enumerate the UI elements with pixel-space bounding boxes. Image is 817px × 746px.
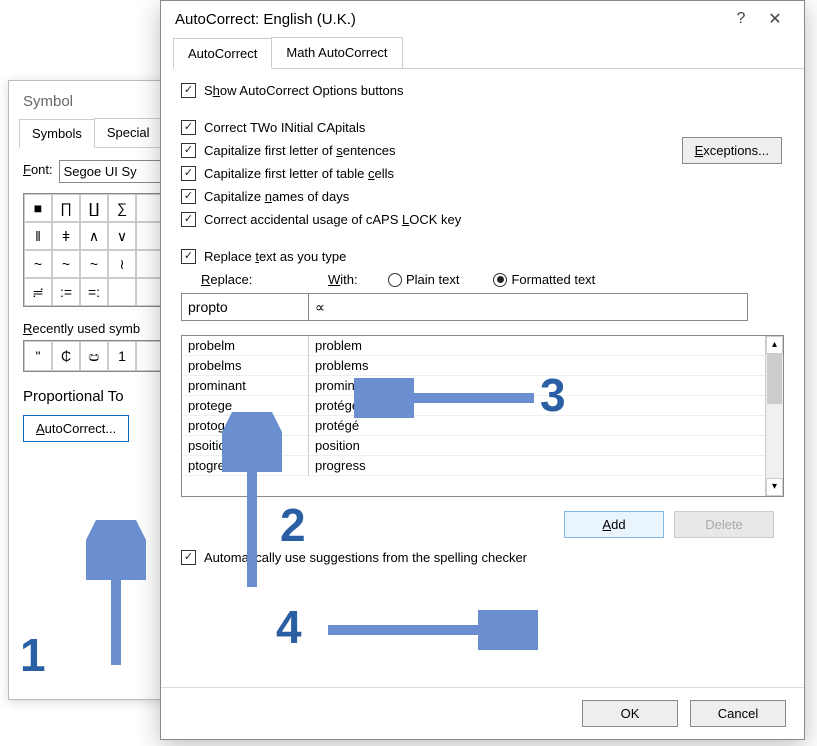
symbol-cell[interactable] [108, 278, 136, 306]
tab-symbols[interactable]: Symbols [19, 119, 95, 148]
checkbox-show-options[interactable] [181, 83, 196, 98]
close-icon[interactable]: ✕ [758, 9, 792, 29]
add-button[interactable]: Add [564, 511, 664, 538]
autocorrect-dialog: AutoCorrect: English (U.K.) ? ✕ AutoCorr… [160, 0, 805, 740]
tab-special-characters[interactable]: Special [94, 118, 163, 147]
list-key[interactable]: probelm [182, 336, 309, 356]
annotation-number-4: 4 [276, 600, 302, 654]
checkbox-replace-as-you-type[interactable] [181, 249, 196, 264]
checkbox-label: Replace text as you type [204, 249, 346, 264]
help-icon[interactable]: ? [724, 10, 758, 28]
list-key[interactable]: protoge [182, 416, 309, 436]
symbol-cell[interactable]: ~ [80, 250, 108, 278]
list-key[interactable]: prominant [182, 376, 309, 396]
symbol-cell[interactable]: ≓ [24, 278, 52, 306]
list-val[interactable]: position [309, 436, 783, 456]
checkbox-label: Correct TWo INitial CApitals [204, 120, 365, 135]
list-key[interactable]: psoition [182, 436, 309, 456]
checkbox-label: Capitalize first letter of sentences [204, 143, 395, 158]
list-key[interactable]: ptogress [182, 456, 309, 476]
recent-cell[interactable]: 1 [108, 341, 136, 371]
list-val[interactable]: progress [309, 456, 783, 476]
font-label: Font: [23, 162, 53, 177]
list-key[interactable]: probelms [182, 356, 309, 376]
autocorrect-button[interactable]: AutoCorrect... [23, 415, 129, 442]
symbol-cell[interactable]: ∑ [108, 194, 136, 222]
recent-symbols-row[interactable]: " ₵ ඏ 1 [23, 340, 165, 372]
symbol-cell[interactable]: ∐ [80, 194, 108, 222]
symbol-cell[interactable]: ~ [24, 250, 52, 278]
font-select[interactable] [59, 160, 169, 183]
ok-button[interactable]: OK [582, 700, 678, 727]
annotation-number-1: 1 [20, 628, 46, 682]
exceptions-button[interactable]: Exceptions... [682, 137, 782, 164]
scroll-up-icon[interactable]: ▴ [766, 336, 783, 354]
checkbox-label: Show AutoCorrect Options buttons [204, 83, 403, 98]
recent-cell[interactable]: ඏ [80, 341, 108, 371]
tab-math-autocorrect[interactable]: Math AutoCorrect [271, 37, 402, 68]
tab-autocorrect[interactable]: AutoCorrect [173, 38, 272, 69]
list-val[interactable]: problem [309, 336, 783, 356]
recent-cell[interactable]: ₵ [52, 341, 80, 371]
symbol-cell[interactable]: ∏ [52, 194, 80, 222]
symbol-cell[interactable]: := [52, 278, 80, 306]
annotation-number-2: 2 [280, 498, 306, 552]
checkbox-label: Automatically use suggestions from the s… [204, 550, 527, 565]
symbol-cell[interactable]: ~ [52, 250, 80, 278]
with-label: With: [328, 272, 366, 287]
checkbox-label: Correct accidental usage of cAPS LOCK ke… [204, 212, 461, 227]
replace-input[interactable] [181, 293, 309, 321]
radio-formatted-text[interactable]: Formatted text [493, 272, 595, 287]
checkbox-use-spellcheck[interactable] [181, 550, 196, 565]
symbol-cell[interactable]: ≀ [108, 250, 136, 278]
dialog-title: AutoCorrect: English (U.K.) [175, 11, 356, 28]
symbol-cell[interactable]: =: [80, 278, 108, 306]
scroll-down-icon[interactable]: ▾ [766, 478, 783, 496]
scroll-thumb[interactable] [767, 354, 782, 404]
symbol-grid[interactable]: ■ ∏ ∐ ∑ ‖ ǂ ∧ ∨ ~ ~ ~ ≀ ≓ := =: [23, 193, 165, 307]
symbol-cell[interactable]: ■ [24, 194, 52, 222]
cancel-button[interactable]: Cancel [690, 700, 786, 727]
with-input[interactable] [308, 293, 748, 321]
checkbox-names-of-days[interactable] [181, 189, 196, 204]
checkbox-first-table-cell[interactable] [181, 166, 196, 181]
symbol-cell[interactable]: ǂ [52, 222, 80, 250]
titlebar: AutoCorrect: English (U.K.) ? ✕ [161, 1, 804, 37]
checkbox-label: Capitalize names of days [204, 189, 349, 204]
checkbox-label: Capitalize first letter of table cells [204, 166, 394, 181]
checkbox-two-initial-caps[interactable] [181, 120, 196, 135]
symbol-cell[interactable]: ∨ [108, 222, 136, 250]
replace-label: Replace: [201, 272, 306, 287]
scrollbar[interactable]: ▴ ▾ [765, 336, 783, 496]
replacement-list[interactable]: probelmproblem probelmsproblems prominan… [181, 335, 784, 497]
list-key[interactable]: protege [182, 396, 309, 416]
annotation-number-3: 3 [540, 368, 566, 422]
symbol-cell[interactable]: ‖ [24, 222, 52, 250]
checkbox-first-sentence[interactable] [181, 143, 196, 158]
checkbox-caps-lock[interactable] [181, 212, 196, 227]
radio-plain-text[interactable]: Plain text [388, 272, 459, 287]
recent-cell[interactable]: " [24, 341, 52, 371]
symbol-cell[interactable]: ∧ [80, 222, 108, 250]
delete-button: Delete [674, 511, 774, 538]
